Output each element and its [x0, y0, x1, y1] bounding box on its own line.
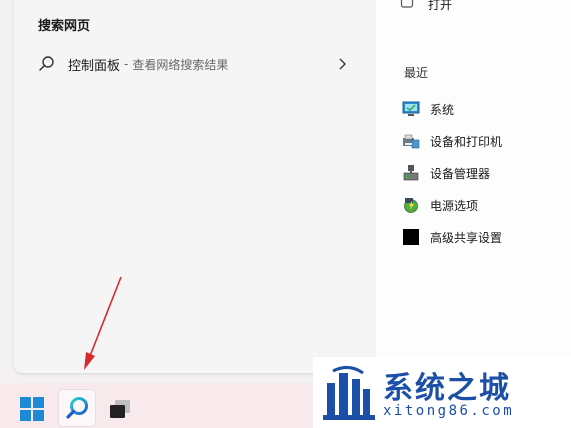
city-logo-icon: [323, 365, 375, 421]
watermark: 系统之城 xitong86.com: [313, 357, 571, 428]
watermark-title: 系统之城: [383, 371, 511, 406]
watermark-url: xitong86.com: [383, 403, 515, 419]
